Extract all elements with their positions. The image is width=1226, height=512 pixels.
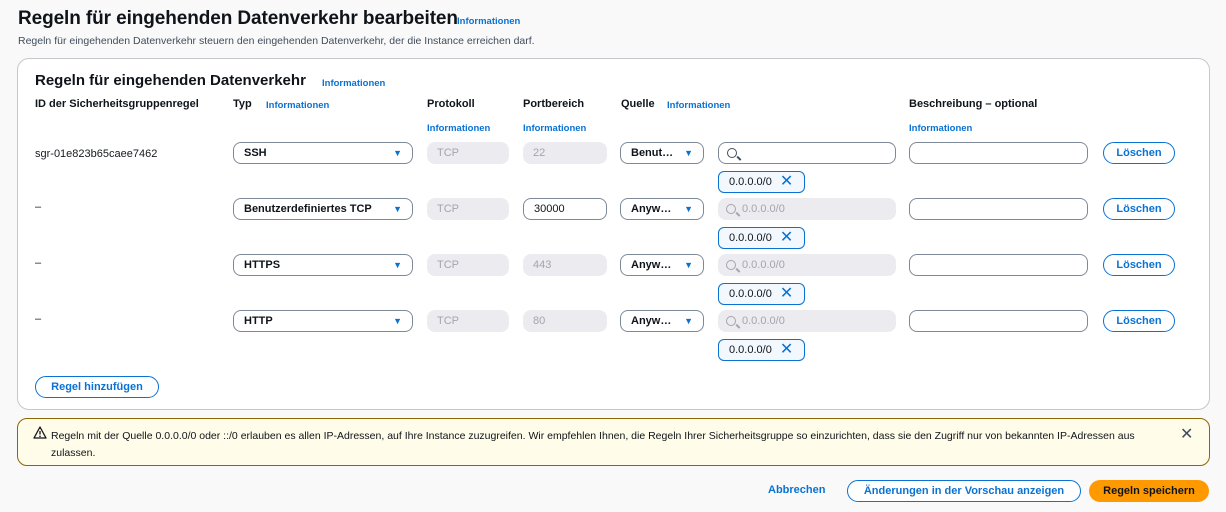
source-token: 0.0.0.0/0 ✕	[718, 283, 805, 305]
caret-down-icon: ▼	[684, 148, 693, 158]
port-info-link[interactable]: Informationen	[523, 123, 586, 134]
type-select[interactable]: SSH ▼	[233, 142, 413, 164]
panel-info-link[interactable]: Informationen	[322, 78, 385, 89]
caret-down-icon: ▼	[684, 204, 693, 214]
rule-id: –	[35, 201, 42, 213]
description-input[interactable]	[909, 254, 1088, 276]
rule-id: –	[35, 257, 42, 269]
source-select[interactable]: Anyw… ▼	[620, 198, 704, 220]
type-select[interactable]: Benutzerdefiniertes TCP ▼	[233, 198, 413, 220]
type-select-value: SSH	[244, 147, 267, 159]
search-icon	[726, 204, 736, 214]
search-icon	[727, 148, 737, 158]
source-token: 0.0.0.0/0 ✕	[718, 339, 805, 361]
source-select-value: Anyw…	[631, 259, 672, 271]
rule-id: sgr-01e823b65caee7462	[35, 148, 158, 160]
source-token: 0.0.0.0/0 ✕	[718, 171, 805, 193]
panel-title: Regeln für eingehenden Datenverkehr	[35, 72, 306, 89]
col-header-protocol: Protokoll	[427, 98, 475, 110]
description-input[interactable]	[909, 310, 1088, 332]
protocol-field: TCP	[427, 198, 509, 220]
description-input[interactable]	[909, 198, 1088, 220]
source-search-input[interactable]	[718, 142, 896, 164]
col-header-port: Portbereich	[523, 98, 585, 110]
close-icon[interactable]: ✕	[780, 286, 793, 302]
port-input[interactable]: 30000	[523, 198, 607, 220]
description-info-link[interactable]: Informationen	[909, 123, 972, 134]
page-description: Regeln für eingehenden Datenverkehr steu…	[18, 35, 535, 47]
source-token: 0.0.0.0/0 ✕	[718, 227, 805, 249]
protocol-field: TCP	[427, 254, 509, 276]
description-input[interactable]	[909, 142, 1088, 164]
source-select[interactable]: Anyw… ▼	[620, 254, 704, 276]
source-info-link[interactable]: Informationen	[667, 100, 730, 111]
close-icon[interactable]: ✕	[780, 174, 793, 190]
source-search-placeholder: 0.0.0.0/0	[742, 203, 785, 215]
close-icon[interactable]: ✕	[1180, 424, 1193, 444]
source-select-value: Benut…	[631, 147, 674, 159]
type-select-value: HTTPS	[244, 259, 281, 271]
source-select-value: Anyw…	[631, 315, 672, 327]
source-search-placeholder: 0.0.0.0/0	[742, 315, 785, 327]
close-icon[interactable]: ✕	[780, 230, 793, 246]
delete-button[interactable]: Löschen	[1103, 254, 1175, 276]
caret-down-icon: ▼	[393, 148, 402, 158]
col-header-id: ID der Sicherheitsgruppenregel	[35, 98, 199, 110]
warning-text: Regeln mit der Quelle 0.0.0.0/0 oder ::/…	[51, 430, 1135, 459]
search-icon	[726, 260, 736, 270]
delete-button[interactable]: Löschen	[1103, 198, 1175, 220]
caret-down-icon: ▼	[393, 260, 402, 270]
delete-button[interactable]: Löschen	[1103, 142, 1175, 164]
protocol-info-link[interactable]: Informationen	[427, 123, 490, 134]
search-icon	[726, 316, 736, 326]
type-select-value: HTTP	[244, 315, 273, 327]
preview-changes-button[interactable]: Änderungen in der Vorschau anzeigen	[847, 480, 1081, 502]
source-search-input: 0.0.0.0/0	[718, 254, 896, 276]
cancel-button[interactable]: Abbrechen	[768, 484, 825, 496]
source-token-label: 0.0.0.0/0	[729, 176, 772, 188]
col-header-description: Beschreibung – optional	[909, 98, 1038, 110]
source-select[interactable]: Benut… ▼	[620, 142, 704, 164]
close-icon[interactable]: ✕	[780, 342, 793, 358]
protocol-field: TCP	[427, 310, 509, 332]
warning-icon	[33, 426, 47, 442]
port-field: 22	[523, 142, 607, 164]
source-token-label: 0.0.0.0/0	[729, 288, 772, 300]
rule-id: –	[35, 313, 42, 325]
port-field: 80	[523, 310, 607, 332]
page-title: Regeln für eingehenden Datenverkehr bear…	[18, 8, 458, 29]
source-token-label: 0.0.0.0/0	[729, 344, 772, 356]
col-header-source: Quelle	[621, 98, 655, 110]
type-select[interactable]: HTTP ▼	[233, 310, 413, 332]
caret-down-icon: ▼	[684, 316, 693, 326]
save-rules-button[interactable]: Regeln speichern	[1089, 480, 1209, 502]
source-search-input: 0.0.0.0/0	[718, 310, 896, 332]
type-select-value: Benutzerdefiniertes TCP	[244, 203, 372, 215]
source-select-value: Anyw…	[631, 203, 672, 215]
add-rule-button[interactable]: Regel hinzufügen	[35, 376, 159, 398]
caret-down-icon: ▼	[393, 316, 402, 326]
source-search-placeholder: 0.0.0.0/0	[742, 259, 785, 271]
type-info-link[interactable]: Informationen	[266, 100, 329, 111]
port-field: 443	[523, 254, 607, 276]
protocol-field: TCP	[427, 142, 509, 164]
caret-down-icon: ▼	[684, 260, 693, 270]
caret-down-icon: ▼	[393, 204, 402, 214]
col-header-type: Typ	[233, 98, 252, 110]
source-search-input: 0.0.0.0/0	[718, 198, 896, 220]
type-select[interactable]: HTTPS ▼	[233, 254, 413, 276]
source-token-label: 0.0.0.0/0	[729, 232, 772, 244]
title-info-link[interactable]: Informationen	[457, 16, 520, 27]
source-select[interactable]: Anyw… ▼	[620, 310, 704, 332]
inbound-rules-panel	[17, 58, 1210, 410]
delete-button[interactable]: Löschen	[1103, 310, 1175, 332]
